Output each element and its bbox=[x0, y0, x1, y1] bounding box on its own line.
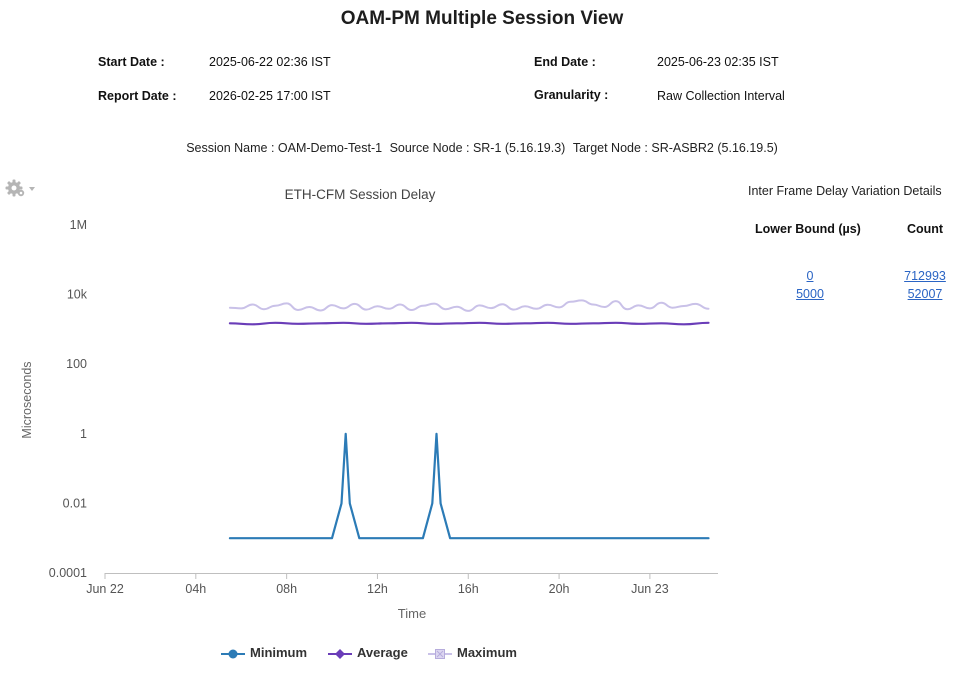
y-axis-label: Microseconds bbox=[20, 361, 34, 438]
chart-title: ETH-CFM Session Delay bbox=[285, 187, 436, 202]
ifdv-row-count[interactable]: 52007 bbox=[895, 287, 955, 301]
end-date-label: End Date : bbox=[534, 55, 596, 69]
x-tick-label: 12h bbox=[367, 582, 388, 596]
legend-marker-average bbox=[328, 649, 352, 659]
series-line-average[interactable] bbox=[228, 321, 710, 326]
x-tick-label: 20h bbox=[549, 582, 570, 596]
y-tick-label: 0.01 bbox=[63, 496, 87, 510]
y-tick-label: 0.0001 bbox=[49, 566, 87, 580]
session-info: Session Name : OAM-Demo-Test-1 Source No… bbox=[0, 141, 964, 155]
y-tick-label: 1M bbox=[70, 218, 87, 232]
y-axis-ticks: 0.0001 0.01 1 100 10k 1M bbox=[49, 218, 88, 580]
legend-label-minimum: Minimum bbox=[250, 645, 308, 660]
x-axis-ticks: Jun 22 04h 08h 12h 16h 20h Jun 23 bbox=[86, 573, 669, 596]
end-date-value: 2025-06-23 02:35 IST bbox=[657, 55, 779, 69]
session-delay-chart: ETH-CFM Session Delay Microseconds Time … bbox=[20, 187, 718, 621]
ifdv-title: Inter Frame Delay Variation Details bbox=[748, 184, 942, 198]
ifdv-row-lower-bound[interactable]: 5000 bbox=[780, 287, 840, 301]
y-tick-label: 1 bbox=[80, 427, 87, 441]
y-tick-label: 100 bbox=[66, 357, 87, 371]
legend-label-maximum: Maximum bbox=[457, 645, 517, 660]
legend-marker-maximum bbox=[428, 649, 452, 659]
series-layer bbox=[228, 299, 710, 540]
x-tick-label: Jun 22 bbox=[86, 582, 124, 596]
x-tick-label: 16h bbox=[458, 582, 479, 596]
legend-label-average: Average bbox=[357, 645, 408, 660]
ifdv-col-lower-bound: Lower Bound (µs) bbox=[755, 222, 861, 236]
y-tick-label: 10k bbox=[67, 288, 88, 302]
ifdv-row-count[interactable]: 712993 bbox=[895, 269, 955, 283]
source-node: Source Node : SR-1 (5.16.19.3) bbox=[389, 141, 566, 155]
ifdv-row-lower-bound[interactable]: 0 bbox=[780, 269, 840, 283]
legend-marker-minimum bbox=[221, 649, 245, 659]
series-line-minimum[interactable] bbox=[228, 432, 710, 540]
target-node: Target Node : SR-ASBR2 (5.16.19.5) bbox=[572, 141, 778, 155]
x-axis-label: Time bbox=[398, 606, 426, 621]
series-line-maximum[interactable] bbox=[228, 299, 710, 312]
x-tick-label: 08h bbox=[276, 582, 297, 596]
ifdv-col-count: Count bbox=[907, 222, 944, 236]
granularity-label: Granularity : bbox=[534, 88, 609, 102]
report-date-label: Report Date : bbox=[98, 89, 177, 103]
report-title: OAM-PM Multiple Session View bbox=[340, 8, 624, 29]
session-name: Session Name : OAM-Demo-Test-1 bbox=[186, 141, 383, 155]
granularity-value: Raw Collection Interval bbox=[657, 89, 785, 103]
x-tick-label: 04h bbox=[185, 582, 206, 596]
chart-legend: Minimum Average Maximum bbox=[0, 645, 964, 663]
start-date-value: 2025-06-22 02:36 IST bbox=[209, 55, 331, 69]
report-date-value: 2026-02-25 17:00 IST bbox=[209, 89, 331, 103]
x-tick-label: Jun 23 bbox=[631, 582, 669, 596]
start-date-label: Start Date : bbox=[98, 55, 165, 69]
